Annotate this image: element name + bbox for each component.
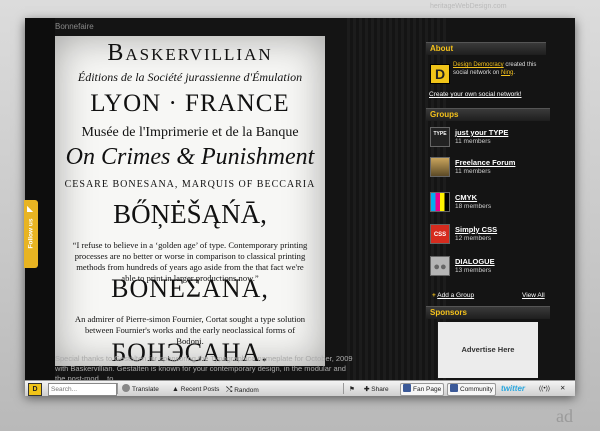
sponsors-header: Sponsors (426, 306, 550, 319)
poster-line: Musée de l'Imprimerie et de la Banque (81, 125, 299, 140)
poster-line: BONEΣANA, (111, 274, 269, 303)
fan-page-label: Fan Page (413, 386, 442, 393)
group-thumbnail (430, 157, 450, 177)
group-members: 11 members (455, 138, 491, 145)
poster-caption: Bonnefaire (55, 22, 94, 31)
follow-us-label: Follow us (27, 218, 35, 249)
group-name[interactable]: Freelance Forum (455, 158, 515, 167)
poster-line: BŐŅĖŠĄŃĀ, (113, 199, 267, 229)
group-members: 12 members (455, 235, 492, 242)
search-input[interactable]: Search... (48, 383, 117, 396)
group-item-simply-css[interactable]: CSS Simply CSS 12 members (428, 224, 548, 246)
network-logo[interactable]: D (430, 64, 450, 84)
group-thumbnail: CSS (430, 224, 450, 244)
fan-page-button[interactable]: Fan Page (400, 383, 445, 396)
recent-posts-label: Recent Posts (180, 386, 220, 393)
people-icon: ●● (430, 256, 450, 276)
group-name[interactable]: CMYK (455, 193, 477, 202)
group-name[interactable]: Simply CSS (455, 225, 497, 234)
groups-header: Groups (426, 108, 550, 121)
cmyk-swatch-icon (430, 192, 450, 212)
typeface-specimen-poster[interactable]: Baskervillian Éditions de la Société jur… (55, 36, 325, 367)
close-icon[interactable]: ✕ (560, 383, 565, 394)
group-item-freelance-forum[interactable]: Freelance Forum 11 members (428, 157, 548, 179)
arrow-up-icon: ▲ (172, 386, 179, 393)
ning-link[interactable]: Ning (501, 70, 513, 76)
toolbar-divider (343, 383, 344, 394)
follow-us-tab[interactable]: ◣ Follow us (24, 200, 38, 268)
twitter-button[interactable]: twitter (501, 383, 525, 394)
group-thumbnail: TYPE (430, 127, 450, 147)
bottom-toolbar: D Search... Translate ▲ Recent Posts ⤭ R… (25, 380, 575, 396)
facebook-icon (450, 384, 458, 392)
group-members: 11 members (455, 168, 491, 175)
view-all-link[interactable]: View All (522, 292, 545, 299)
recent-posts-button[interactable]: ▲ Recent Posts (171, 383, 220, 396)
poster-line: Éditions de la Société jurassienne d'Ému… (77, 70, 303, 84)
poster-title: Baskervillian (107, 40, 273, 66)
shuffle-icon: ⤭ (226, 385, 233, 394)
globe-icon (122, 384, 130, 392)
group-name[interactable]: DIALOGUE (455, 257, 495, 266)
group-item-cmyk[interactable]: CMYK 18 members (428, 192, 548, 214)
creator-link[interactable]: Design Democracy (453, 62, 504, 68)
poster-line: CESARE BONESANA, MARQUIS OF BECCARIA (64, 179, 316, 190)
watermark: ad (556, 406, 573, 426)
group-item-dialogue[interactable]: ●● DIALOGUE 13 members (428, 256, 548, 278)
toolbar-divider (117, 383, 118, 394)
add-group-link[interactable]: + Add a Group (432, 292, 474, 299)
community-button[interactable]: Community (447, 383, 496, 396)
create-network-link[interactable]: Create your own social network! (429, 91, 522, 98)
poster-line: LYON · FRANCE (90, 90, 290, 117)
about-header: About (426, 42, 546, 55)
share-button[interactable]: ✚ Share (363, 383, 390, 396)
broadcast-icon[interactable]: ((•)) (539, 383, 550, 394)
plus-icon: + (432, 292, 436, 299)
poster-line: On Crimes & Punishment (65, 144, 315, 170)
random-label: Random (234, 387, 259, 394)
site-url[interactable]: heritageWebDesign.com (430, 3, 507, 10)
group-item-just-your-type[interactable]: TYPE just your TYPE 11 members (428, 127, 548, 149)
random-button[interactable]: ⤭ Random (225, 383, 260, 396)
bookmark-icon[interactable]: ⚑ (348, 383, 356, 396)
toolbar-logo[interactable]: D (28, 383, 42, 396)
group-members: 18 members (455, 203, 492, 210)
plus-icon: ✚ (364, 386, 370, 393)
group-members: 13 members (455, 267, 492, 274)
translate-label: Translate (132, 386, 159, 393)
about-text: Design Democracy created this social net… (453, 62, 537, 76)
advertise-here-box[interactable]: Advertise Here (438, 322, 538, 378)
community-label: Community (460, 386, 493, 393)
group-name[interactable]: just your TYPE (455, 128, 508, 137)
translate-button[interactable]: Translate (121, 383, 160, 396)
add-group-label: Add a Group (437, 292, 475, 299)
facebook-icon (403, 384, 411, 392)
share-label: Share (371, 386, 389, 393)
